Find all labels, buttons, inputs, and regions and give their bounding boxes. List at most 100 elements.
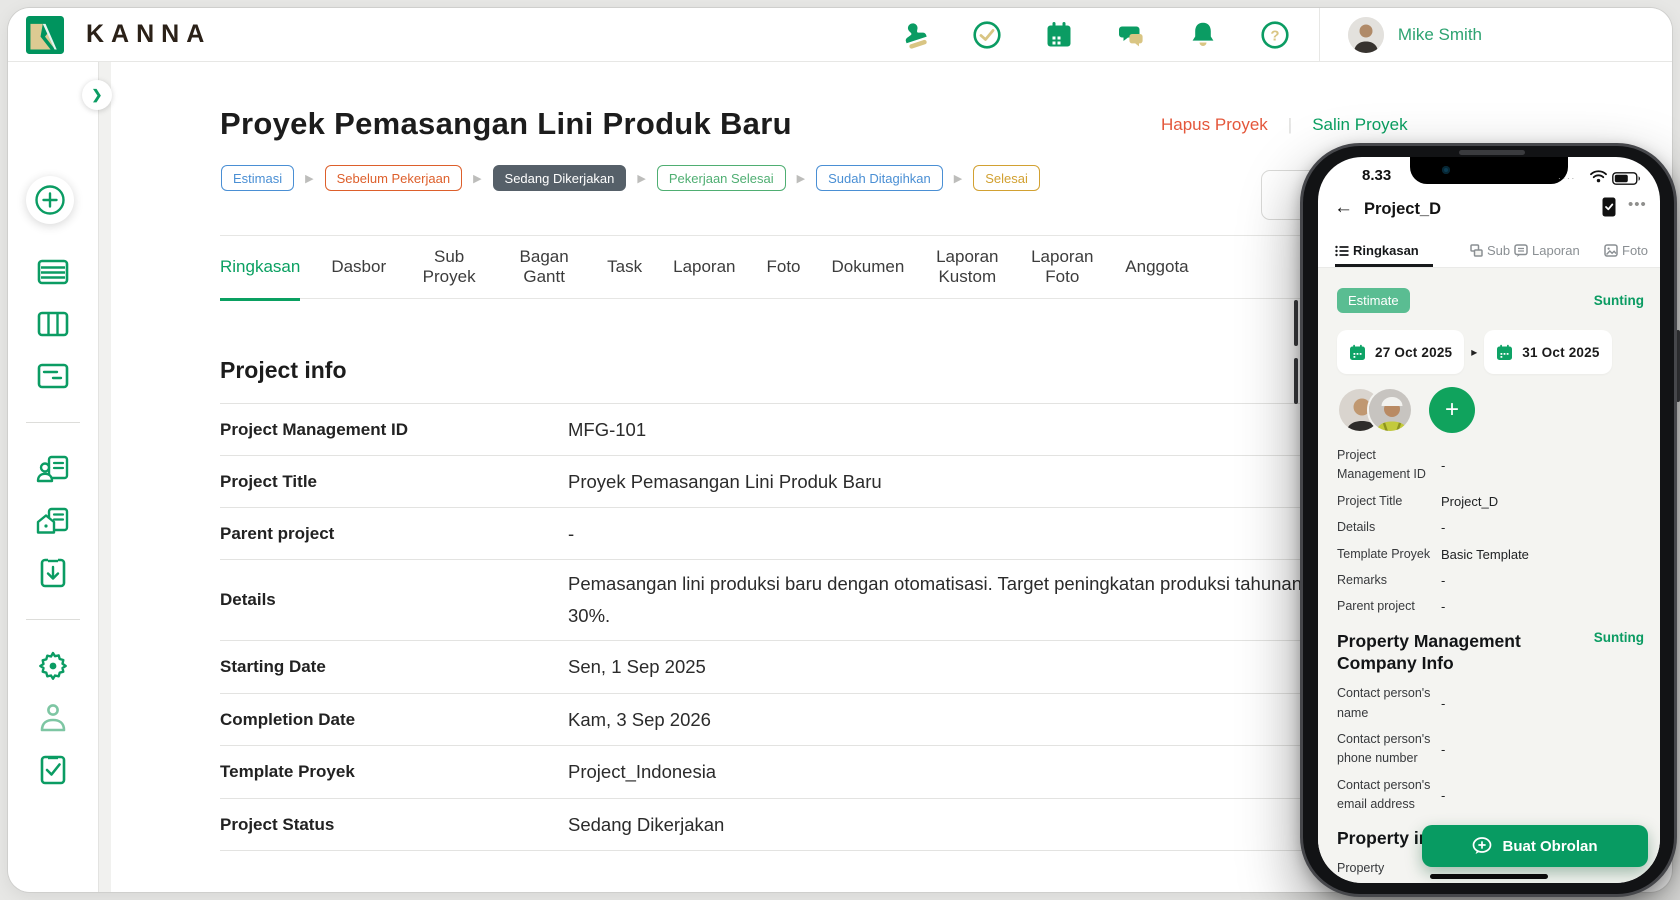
tab-bagan-gantt[interactable]: Bagan Gantt bbox=[512, 235, 576, 299]
sidebar-item-clipboard-check-icon[interactable] bbox=[35, 752, 71, 788]
tab-ringkasan[interactable]: Ringkasan bbox=[220, 235, 300, 299]
row-label: Details bbox=[220, 590, 568, 610]
phone-tab-sub[interactable]: Sub bbox=[1470, 243, 1510, 258]
sidebar-item-property-doc-icon[interactable] bbox=[35, 503, 71, 539]
table-row: Project Title Proyek Pemasangan Lini Pro… bbox=[220, 456, 1310, 508]
field-row: Parent project - bbox=[1337, 597, 1644, 616]
calendar-icon[interactable] bbox=[1044, 20, 1074, 50]
phone-section-header: Property Management Company Info Sunting bbox=[1337, 630, 1644, 676]
tab-dokumen[interactable]: Dokumen bbox=[832, 235, 905, 299]
field-row: Project Title Project_D bbox=[1337, 492, 1644, 511]
status-step-sebelum-pekerjaan[interactable]: Sebelum Pekerjaan bbox=[325, 165, 462, 191]
phone-page-title: Project_D bbox=[1364, 200, 1441, 219]
sidebar-add-button[interactable] bbox=[26, 176, 74, 224]
phone-volume-down-button bbox=[1294, 358, 1298, 404]
tab-anggota[interactable]: Anggota bbox=[1125, 235, 1188, 299]
user-name[interactable]: Mike Smith bbox=[1398, 25, 1482, 45]
row-value: Proyek Pemasangan Lini Produk Baru bbox=[568, 471, 882, 493]
user-avatar[interactable] bbox=[1348, 17, 1384, 53]
back-arrow-icon[interactable]: ← bbox=[1334, 197, 1353, 219]
field-row: Contact person's email address - bbox=[1337, 776, 1644, 815]
status-step-sudah-ditagihkan[interactable]: Sudah Ditagihkan bbox=[816, 165, 943, 191]
sidebar-divider bbox=[26, 619, 80, 620]
tab-foto[interactable]: Foto bbox=[767, 235, 801, 299]
end-date-card[interactable]: 31 Oct 2025 bbox=[1484, 330, 1611, 374]
phone-date-range: 27 Oct 2025 ▸ 31 Oct 2025 bbox=[1337, 330, 1644, 374]
user-menu[interactable]: Mike Smith bbox=[1348, 8, 1482, 62]
tab-dasbor[interactable]: Dasbor bbox=[331, 235, 386, 299]
chat-icon[interactable] bbox=[1116, 20, 1146, 50]
phone-speaker-slit bbox=[1459, 150, 1525, 155]
field-label: Project Management ID bbox=[1337, 446, 1441, 485]
calendar-icon bbox=[1349, 344, 1366, 361]
status-step-selesai[interactable]: Selesai bbox=[973, 165, 1040, 191]
page-actions: Hapus Proyek | Salin Proyek bbox=[1161, 115, 1408, 135]
sidebar-item-card-icon[interactable] bbox=[35, 358, 71, 394]
field-value: - bbox=[1441, 573, 1445, 588]
sidebar-item-rows-icon[interactable] bbox=[35, 254, 71, 290]
section-title: Project info bbox=[220, 357, 347, 384]
member-avatar[interactable] bbox=[1367, 387, 1413, 433]
sidebar-gutter bbox=[98, 62, 111, 892]
copy-project-link[interactable]: Salin Proyek bbox=[1312, 115, 1407, 135]
table-row: Starting Date Sen, 1 Sep 2025 bbox=[220, 641, 1310, 694]
status-step-estimasi[interactable]: Estimasi bbox=[221, 165, 294, 191]
sidebar-divider bbox=[26, 422, 80, 423]
tab-laporan-foto[interactable]: Laporan Foto bbox=[1030, 235, 1094, 299]
field-row: Remarks - bbox=[1337, 571, 1644, 590]
sidebar-item-member-doc-icon[interactable] bbox=[35, 451, 71, 487]
field-label: Project Title bbox=[1337, 492, 1441, 511]
step-arrow-icon: ▶ bbox=[797, 172, 805, 185]
device-check-icon[interactable] bbox=[1602, 197, 1616, 217]
sub-project-icon bbox=[1470, 244, 1483, 257]
sidebar-item-person-icon[interactable] bbox=[35, 700, 71, 736]
edit-link[interactable]: Sunting bbox=[1594, 293, 1644, 308]
field-row: Contact person's name - bbox=[1337, 684, 1644, 723]
step-arrow-icon: ▶ bbox=[473, 172, 481, 185]
edit-link[interactable]: Sunting bbox=[1594, 630, 1644, 676]
phone-tab-foto[interactable]: Foto bbox=[1604, 243, 1648, 258]
row-value: Sen, 1 Sep 2025 bbox=[568, 656, 706, 678]
delete-project-link[interactable]: Hapus Proyek bbox=[1161, 115, 1268, 135]
sidebar-item-settings-gear-icon[interactable] bbox=[35, 648, 71, 684]
stamp-icon[interactable] bbox=[900, 20, 930, 50]
step-arrow-icon: ▶ bbox=[637, 172, 645, 185]
row-label: Completion Date bbox=[220, 710, 568, 730]
top-bar: KANNA bbox=[8, 8, 1672, 62]
svg-text:?: ? bbox=[1270, 28, 1279, 45]
home-indicator[interactable] bbox=[1430, 874, 1548, 879]
tab-sub-proyek[interactable]: Sub Proyek bbox=[417, 235, 481, 299]
phone-nav-bar: ← Project_D ••• bbox=[1318, 195, 1660, 229]
plus-circle-icon bbox=[33, 183, 67, 217]
phone-tab-ringkasan[interactable]: Ringkasan bbox=[1335, 243, 1419, 258]
help-icon[interactable]: ? bbox=[1260, 20, 1290, 50]
tab-laporan-kustom[interactable]: Laporan Kustom bbox=[935, 235, 999, 299]
start-date-card[interactable]: 27 Oct 2025 bbox=[1337, 330, 1464, 374]
phone-field-list: Contact person's name - Contact person's… bbox=[1337, 684, 1644, 814]
field-value: - bbox=[1441, 599, 1445, 614]
sidebar-item-board-icon[interactable] bbox=[35, 306, 71, 342]
phone-status-badge[interactable]: Estimate bbox=[1337, 288, 1410, 313]
step-arrow-icon: ▶ bbox=[954, 172, 962, 185]
field-value: - bbox=[1441, 788, 1445, 803]
bell-icon[interactable] bbox=[1188, 20, 1218, 50]
tab-task[interactable]: Task bbox=[607, 235, 642, 299]
more-options-icon[interactable]: ••• bbox=[1628, 196, 1647, 213]
phone-tab-bar: Ringkasan Sub Laporan bbox=[1318, 229, 1660, 268]
phone-notch bbox=[1410, 157, 1568, 184]
sidebar-expand-button[interactable]: ❯ bbox=[82, 80, 112, 110]
top-icon-group: ? bbox=[900, 8, 1290, 62]
tab-laporan[interactable]: Laporan bbox=[673, 235, 735, 299]
table-row: Project Status Sedang Dikerjakan bbox=[220, 799, 1310, 851]
row-value: Pemasangan lini produksi baru dengan oto… bbox=[568, 568, 1310, 633]
create-chat-button[interactable]: Buat Obrolan bbox=[1422, 825, 1648, 867]
table-row: Completion Date Kam, 3 Sep 2026 bbox=[220, 694, 1310, 746]
sidebar-item-clipboard-download-icon[interactable] bbox=[35, 555, 71, 591]
check-circle-icon[interactable] bbox=[972, 20, 1002, 50]
row-value: Project_Indonesia bbox=[568, 761, 716, 783]
status-step-pekerjaan-selesai[interactable]: Pekerjaan Selesai bbox=[657, 165, 786, 191]
project-info-table: Project Management ID MFG-101 Project Ti… bbox=[220, 403, 1310, 851]
add-member-button[interactable]: + bbox=[1429, 387, 1475, 433]
status-step-sedang-dikerjakan[interactable]: Sedang Dikerjakan bbox=[493, 165, 627, 191]
phone-tab-laporan[interactable]: Laporan bbox=[1514, 243, 1580, 258]
